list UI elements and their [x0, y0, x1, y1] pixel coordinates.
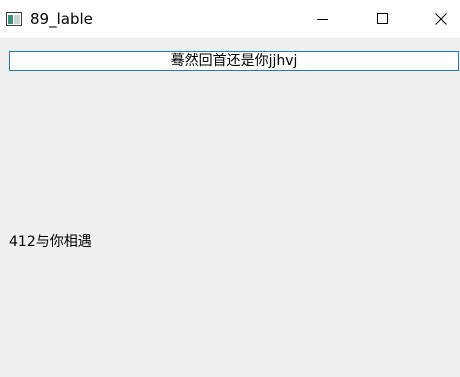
- maximize-icon: [377, 13, 388, 24]
- bottom-label: 412与你相遇: [9, 234, 92, 250]
- close-button[interactable]: [418, 0, 460, 38]
- minimize-button[interactable]: [300, 0, 346, 38]
- window-title: 89_lable: [30, 10, 93, 28]
- maximize-button[interactable]: [360, 0, 406, 38]
- minimize-icon: [317, 19, 328, 20]
- title-bar[interactable]: 89_lable: [0, 0, 460, 38]
- close-icon: [435, 13, 447, 25]
- top-label: 蓦然回首还是你jjhvj: [9, 51, 459, 71]
- app-window-icon: [6, 12, 22, 26]
